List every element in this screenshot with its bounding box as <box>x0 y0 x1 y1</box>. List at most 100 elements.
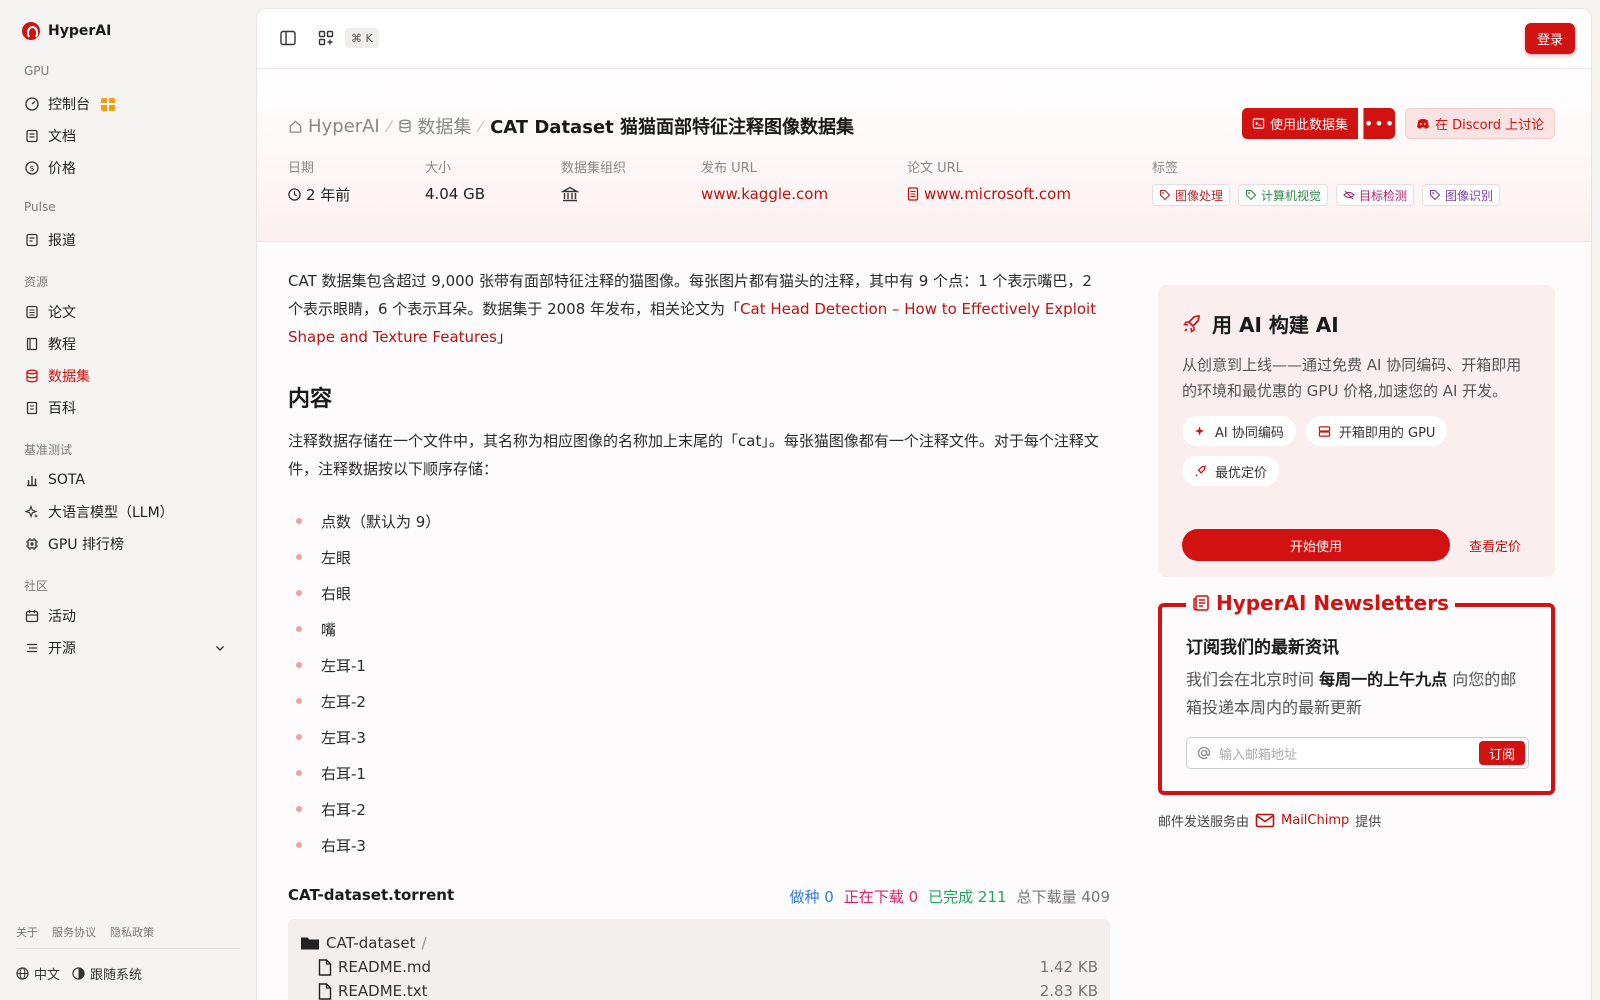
sidebar-item-sota[interactable]: SOTA <box>16 465 238 495</box>
tag-image-recognition[interactable]: 图像识别 <box>1422 184 1501 206</box>
sidebar-item-news[interactable]: 报道 <box>16 225 238 255</box>
sidebar-item-tutorials[interactable]: 教程 <box>16 329 238 359</box>
apps-icon[interactable] <box>317 29 335 47</box>
wiki-icon <box>25 401 39 415</box>
sidebar-item-label: 文档 <box>48 129 76 145</box>
paper-icon <box>907 187 919 201</box>
theme-switcher[interactable]: 跟随系统 <box>72 964 142 983</box>
sidebar-item-docs[interactable]: 文档 <box>16 121 238 151</box>
chip-icon <box>25 537 39 551</box>
sidebar-item-gpu-leaderboard[interactable]: GPU 排行榜 <box>16 529 238 559</box>
dollar-icon: $ <box>25 161 39 175</box>
list-item: 右耳-2 <box>288 791 1110 827</box>
newsletter-card: HyperAI Newsletters 订阅我们的最新资讯 我们会在北京时间 每… <box>1158 591 1555 795</box>
tag-list: 图像处理 计算机视觉 目标检测 图像识别 <box>1152 184 1501 206</box>
file-icon <box>318 982 332 1000</box>
file-row[interactable]: README.txt 2.83 KB <box>300 979 1098 1000</box>
bullet-list: 点数（默认为 9） 左眼 右眼 嘴 左耳-1 左耳-2 左耳-3 右耳-1 右耳… <box>288 503 1110 863</box>
chart-icon <box>25 473 39 487</box>
globe-icon <box>16 967 29 980</box>
page-title: CAT Dataset 猫猫面部特征注释图像数据集 <box>490 117 854 138</box>
sparkle-icon <box>25 505 39 519</box>
subscribe-button[interactable]: 订阅 <box>1479 741 1525 765</box>
section-label-benchmarks: 基准测试 <box>24 443 73 457</box>
sidebar-toggle-icon[interactable] <box>279 29 297 47</box>
more-button[interactable]: ••• <box>1363 108 1395 139</box>
sparkle-icon <box>1194 425 1207 438</box>
footer-settings: 中文 跟随系统 <box>16 964 142 983</box>
newsletter-legend: HyperAI Newsletters <box>1186 591 1455 615</box>
completed-stat: 已完成 211 <box>928 888 1007 906</box>
newsletter-title: HyperAI Newsletters <box>1216 591 1449 615</box>
language-switcher[interactable]: 中文 <box>16 964 60 983</box>
chip-pricing: 最优定价 <box>1182 456 1280 486</box>
tag-image-processing[interactable]: 图像处理 <box>1152 184 1231 206</box>
section-label-pulse: Pulse <box>24 200 56 214</box>
sidebar-item-opensource[interactable]: 开源 <box>16 633 238 663</box>
list-icon <box>25 641 39 655</box>
section-label-gpu: GPU <box>24 64 50 78</box>
section-label-resources: 资源 <box>24 275 49 289</box>
tag-computer-vision[interactable]: 计算机视觉 <box>1238 184 1329 206</box>
chevron-down-icon[interactable] <box>214 642 226 654</box>
sidebar-item-papers[interactable]: 论文 <box>16 297 238 327</box>
list-item: 右眼 <box>288 575 1110 611</box>
institution-icon[interactable] <box>561 185 579 203</box>
about-link[interactable]: 关于 <box>16 924 38 940</box>
meta-org-value <box>561 184 626 204</box>
folder-name: CAT-dataset <box>326 934 416 952</box>
mailchimp-link[interactable]: MailChimp <box>1281 813 1349 828</box>
view-pricing-link[interactable]: 查看定价 <box>1469 536 1521 555</box>
sidebar-item-datasets[interactable]: 数据集 <box>16 361 238 391</box>
sidebar-item-wiki[interactable]: 百科 <box>16 393 238 423</box>
search-shortcut[interactable]: ⌘ K <box>345 28 379 48</box>
breadcrumb-home[interactable]: HyperAI <box>288 116 380 137</box>
sidebar-item-label: 百科 <box>48 401 76 417</box>
total-downloads-stat: 总下载量 409 <box>1016 888 1110 906</box>
gauge-icon <box>25 97 39 111</box>
discord-button[interactable]: 在 Discord 上讨论 <box>1405 108 1556 139</box>
tag-label: 目标检测 <box>1359 188 1408 203</box>
tag-label: 图像处理 <box>1175 188 1224 203</box>
terms-link[interactable]: 服务协议 <box>52 924 96 940</box>
release-url-link[interactable]: www.kaggle.com <box>701 184 828 204</box>
sidebar-item-llm[interactable]: 大语言模型（LLM） <box>16 497 238 527</box>
discord-icon <box>1416 118 1430 130</box>
folder-row[interactable]: CAT-dataset / <box>300 931 1098 955</box>
meta-size: 大小 4.04 GB <box>425 157 485 204</box>
divider <box>16 948 240 949</box>
list-item: 左耳-1 <box>288 647 1110 683</box>
use-dataset-label: 使用此数据集 <box>1270 118 1349 133</box>
meta-org-label: 数据集组织 <box>561 161 627 176</box>
use-dataset-button[interactable]: 使用此数据集 <box>1242 108 1359 139</box>
sidebar-item-console[interactable]: 控制台 <box>16 89 238 119</box>
email-input[interactable]: 输入邮箱地址 <box>1219 744 1471 763</box>
meta-date-value: 2 年前 <box>288 184 350 204</box>
privacy-link[interactable]: 隐私政策 <box>110 924 154 940</box>
login-button[interactable]: 登录 <box>1525 23 1575 54</box>
meta-date: 日期 2 年前 <box>288 157 350 204</box>
torrent-name[interactable]: CAT-dataset.torrent <box>288 886 454 907</box>
tag-object-detection[interactable]: 目标检测 <box>1336 184 1415 206</box>
provider-prefix: 邮件发送服务由 <box>1158 815 1250 830</box>
discord-label: 在 Discord 上讨论 <box>1435 118 1545 133</box>
sidebar-item-label: 控制台 <box>48 97 90 113</box>
tag-label: 计算机视觉 <box>1261 188 1322 203</box>
breadcrumb-datasets[interactable]: 数据集 <box>398 113 471 139</box>
list-item: 右耳-1 <box>288 755 1110 791</box>
chip-label: 最优定价 <box>1215 465 1268 481</box>
sidebar-item-pricing[interactable]: $ 价格 <box>16 153 238 183</box>
meta-release-url: 发布 URL www.kaggle.com <box>701 157 828 204</box>
paper-url-value[interactable]: www.microsoft.com <box>907 184 1071 204</box>
sidebar-item-events[interactable]: 活动 <box>16 601 238 631</box>
file-row[interactable]: README.md 1.42 KB <box>300 955 1098 979</box>
date-text: 2 年前 <box>306 185 351 204</box>
newsletter-heading: 订阅我们的最新资讯 <box>1186 638 1339 658</box>
list-item: 右耳-3 <box>288 827 1110 863</box>
breadcrumb: HyperAI ⁄ 数据集 ⁄ CAT Dataset 猫猫面部特征注释图像数据… <box>288 113 854 139</box>
eye-off-icon <box>1343 189 1355 201</box>
section-heading: 内容 <box>288 387 333 412</box>
newspaper-icon <box>1192 594 1210 612</box>
logo[interactable]: HyperAI <box>22 22 111 40</box>
get-started-button[interactable]: 开始使用 <box>1182 529 1450 561</box>
